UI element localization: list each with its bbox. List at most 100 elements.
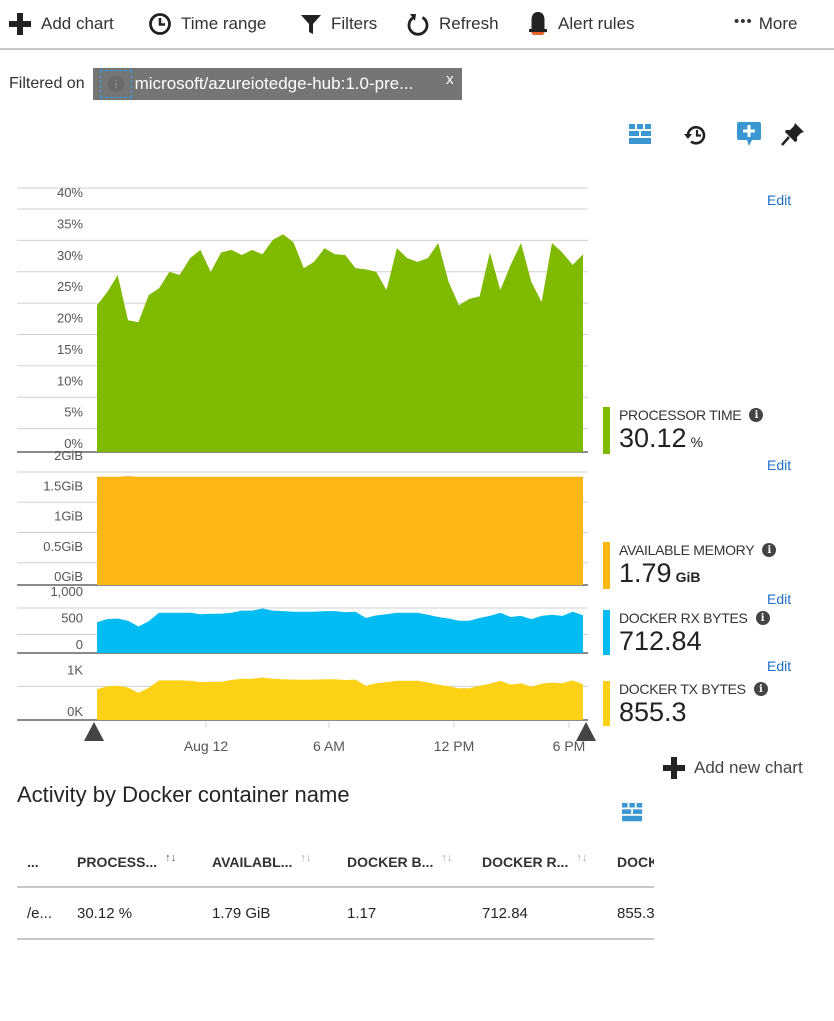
y-tick-label: 30%	[57, 248, 83, 263]
y-tick-label: 35%	[57, 216, 83, 231]
legend-docker-tx-bytes[interactable]: DOCKER TX BYTES i 855.3	[603, 681, 768, 727]
area-series-0	[97, 234, 583, 452]
bell-icon	[529, 12, 547, 35]
more-ellipsis-icon: •••	[734, 12, 753, 30]
range-start-handle[interactable]	[84, 722, 104, 741]
legend-color-bar	[603, 681, 610, 726]
range-end-handle[interactable]	[576, 722, 596, 741]
time-range-button[interactable]: Time range	[148, 10, 266, 38]
sort-icon[interactable]: ↑↓	[576, 854, 587, 864]
y-tick-label: 2GiB	[54, 448, 83, 463]
y-tick-label: 5%	[64, 405, 83, 420]
table-header: ... PROCESS... ↑↓ AVAILABL... ↑↓ DOCKER B.…	[17, 838, 654, 888]
sort-icon[interactable]: ↑↓	[165, 854, 176, 864]
legend-value: 30.12	[619, 423, 687, 453]
cell-processor: 30.12 %	[77, 904, 133, 922]
area-series-3	[97, 677, 583, 720]
area-series-2	[97, 608, 583, 653]
edit-available-memory-link[interactable]: Edit	[767, 591, 791, 607]
grid-view-icon[interactable]	[627, 121, 655, 149]
legend-unit: %	[690, 434, 704, 450]
refresh-label: Refresh	[439, 14, 499, 33]
add-comment-icon[interactable]	[735, 120, 763, 148]
add-new-chart-label: Add new chart	[694, 758, 803, 777]
table-row[interactable]: /e... 30.12 % 1.79 GiB 1.17 712.84 855.3	[17, 888, 654, 940]
filter-label: Filtered on	[9, 75, 85, 92]
refresh-icon	[407, 14, 429, 36]
edit-processor-time-link[interactable]: Edit	[767, 457, 791, 473]
info-icon[interactable]: i	[755, 611, 770, 625]
column-header-available-memory[interactable]: AVAILABL... ↑↓	[212, 854, 347, 870]
clock-icon	[149, 13, 171, 35]
add-new-chart-button[interactable]: Add new chart	[662, 756, 803, 780]
add-chart-label: Add chart	[41, 14, 114, 33]
y-tick-label: 0	[76, 637, 83, 652]
filter-chip-text: microsoft/azureiotedge-hub:1.0-pre...	[134, 74, 414, 93]
time-range-label: Time range	[181, 14, 267, 33]
sort-icon[interactable]: ↑↓	[441, 854, 452, 864]
legend-title: DOCKER TX BYTES	[619, 681, 746, 697]
activity-table: ... PROCESS... ↑↓ AVAILABL... ↑↓ DOCKER B.…	[17, 838, 654, 940]
info-icon[interactable]	[99, 70, 132, 98]
y-tick-label: 1K	[67, 662, 83, 677]
y-tick-label: 15%	[57, 342, 83, 357]
pin-icon[interactable]	[779, 120, 807, 148]
legend-value: 1.79	[619, 558, 672, 588]
x-tick-label: 12 PM	[434, 738, 474, 754]
legend-unit: GiB	[675, 569, 701, 585]
metrics-chart: 0%5%10%15%20%25%30%35%40%0GiB0.5GiB1GiB1…	[17, 185, 596, 754]
edit-chart-link[interactable]: Edit	[767, 192, 791, 208]
sort-icon[interactable]: ↑↓	[300, 854, 311, 864]
column-header-docker-rx[interactable]: DOCKER R... ↑↓	[482, 854, 617, 870]
y-tick-label: 0.5GiB	[43, 539, 83, 554]
y-tick-label: 1,000	[50, 584, 83, 599]
legend-color-bar	[603, 407, 610, 454]
legend-title: AVAILABLE MEMORY	[619, 542, 755, 558]
cell-docker-rx: 712.84	[482, 904, 528, 922]
legend-color-bar	[603, 542, 610, 589]
info-icon[interactable]: i	[753, 682, 768, 696]
y-tick-label: 25%	[57, 279, 83, 294]
section-title: Activity by Docker container name	[17, 782, 350, 807]
y-tick-label: 0GiB	[54, 569, 83, 584]
y-tick-label: 1.5GiB	[43, 478, 83, 493]
alert-rules-label: Alert rules	[558, 14, 635, 33]
edit-docker-rx-link[interactable]: Edit	[767, 658, 791, 674]
column-header-name[interactable]: ...	[17, 854, 77, 870]
y-tick-label: 10%	[57, 373, 83, 388]
filter-chip[interactable]: microsoft/azureiotedge-hub:1.0-pre... x	[92, 68, 462, 100]
info-icon[interactable]: i	[749, 408, 764, 422]
x-tick-label: Aug 12	[184, 738, 229, 754]
legend-color-bar	[603, 610, 610, 655]
y-tick-label: 500	[61, 611, 83, 626]
area-series-1	[97, 476, 583, 585]
cell-docker-tx: 855.3	[617, 904, 654, 922]
column-header-processor[interactable]: PROCESS... ↑↓	[77, 854, 212, 870]
filters-button[interactable]: Filters	[300, 10, 377, 38]
more-label: More	[758, 14, 798, 33]
cell-available-memory: 1.79 GiB	[212, 904, 271, 922]
legend-docker-rx-bytes[interactable]: DOCKER RX BYTES i 712.84	[603, 610, 770, 656]
column-header-docker-block[interactable]: DOCKER B... ↑↓	[347, 854, 482, 870]
legend-available-memory[interactable]: AVAILABLE MEMORY i 1.79 GiB	[603, 542, 777, 592]
cell-name: /e...	[27, 904, 53, 922]
legend-processor-time[interactable]: PROCESSOR TIME i 30.12%	[603, 407, 764, 457]
add-chart-button[interactable]: Add chart	[8, 10, 114, 38]
plus-icon	[663, 757, 685, 779]
command-bar: Add chart Time range Filters Refresh Ale…	[0, 0, 834, 50]
history-icon[interactable]	[682, 121, 710, 149]
more-button[interactable]: ••• More	[734, 10, 798, 38]
alert-rules-button[interactable]: Alert rules	[527, 10, 635, 38]
remove-filter-button[interactable]: x	[446, 71, 454, 88]
y-tick-label: 20%	[57, 311, 83, 326]
info-icon[interactable]: i	[762, 543, 777, 557]
cell-docker-block: 1.17	[347, 904, 377, 922]
legend-value: 712.84	[619, 626, 702, 656]
column-header-docker-tx[interactable]: DOCK	[617, 854, 654, 870]
refresh-button[interactable]: Refresh	[406, 10, 499, 38]
filter-icon	[301, 15, 321, 34]
grid-view-icon[interactable]	[619, 799, 647, 827]
legend-title: PROCESSOR TIME	[619, 407, 742, 423]
legend-title: DOCKER RX BYTES	[619, 610, 748, 626]
filter-row: Filtered on microsoft/azureiotedge-hub:1…	[0, 68, 462, 100]
